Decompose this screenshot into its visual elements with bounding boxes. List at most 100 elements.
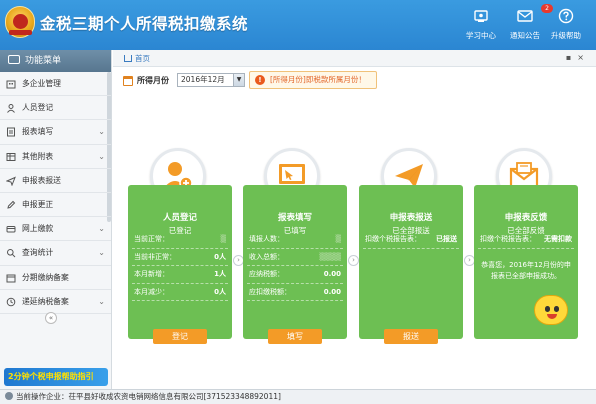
help-label: 升级帮助 bbox=[551, 31, 581, 40]
calendar-icon bbox=[123, 76, 133, 86]
sidebar-item-deferred-filing[interactable]: 递延纳税备案 ⌄ bbox=[0, 290, 111, 314]
card-row: 本月减少： 0人 bbox=[132, 284, 228, 301]
row-value: 0.00 bbox=[323, 287, 341, 296]
chevron-down-icon: ⌄ bbox=[98, 296, 105, 306]
period-notice-text: [所得月份]即税款所属月份！ bbox=[270, 75, 366, 84]
row-key: 应扣缴税额： bbox=[249, 287, 291, 296]
row-key: 当前正常： bbox=[134, 235, 169, 243]
card-row: 应扣缴税额： 0.00 bbox=[247, 284, 343, 301]
sidebar-title: 功能菜单 bbox=[25, 56, 62, 66]
row-key: 收入总额： bbox=[249, 252, 284, 261]
sidebar-item-online-payment[interactable]: 网上缴款 ⌄ bbox=[0, 217, 111, 242]
help-icon bbox=[558, 8, 574, 24]
chevron-down-icon: ⌄ bbox=[98, 248, 105, 258]
sidebar-item-other-schedules[interactable]: 其他附表 ⌄ bbox=[0, 145, 111, 169]
main-content: 首页 ▪× 所得月份 2016年12月 ▼ ! [所得月份]即税款所属月份！ 人… bbox=[113, 50, 596, 390]
sidebar: 功能菜单 多企业管理 人员登记 报表填写 ⌄ 其他附表 ⌄ 申报表报送 申报更正… bbox=[0, 50, 112, 390]
clock-icon bbox=[6, 297, 16, 306]
tab-home-label: 首页 bbox=[135, 54, 150, 63]
row-value: 0.00 bbox=[323, 270, 341, 278]
mail-icon: 2 bbox=[517, 4, 553, 24]
card-title: 申报表反馈 bbox=[504, 213, 548, 223]
sidebar-item-label: 递延纳税备案 bbox=[22, 296, 69, 306]
help-button[interactable]: 升级帮助 bbox=[541, 8, 591, 48]
search-icon bbox=[7, 249, 16, 258]
learning-center-label: 学习中心 bbox=[466, 31, 496, 40]
period-notice: ! [所得月份]即税款所属月份！ bbox=[249, 71, 377, 89]
sidebar-item-person-register[interactable]: 人员登记 bbox=[0, 96, 111, 121]
menu-icon bbox=[8, 55, 20, 64]
row-value-blurred: ▒ bbox=[335, 235, 341, 243]
payment-icon bbox=[6, 226, 16, 233]
card-report-fill: 报表填写 已填写 填报人数： ▒ 收入总额： ▒▒▒▒ 应纳税额： 0.00 应扣缴税… bbox=[243, 185, 347, 344]
row-value: 无需扣款 bbox=[544, 235, 572, 243]
sidebar-item-label: 人员登记 bbox=[22, 103, 54, 113]
status-bar: 当前操作企业：茌平县好收成农资电销网络信息有限公司[37152334889201… bbox=[0, 389, 596, 404]
period-select[interactable]: 2016年12月 ▼ bbox=[177, 73, 245, 87]
table-icon bbox=[6, 152, 16, 161]
row-value: 已报送 bbox=[436, 235, 457, 243]
mascot-image bbox=[534, 295, 568, 325]
row-value-blurred: ▒▒▒▒ bbox=[319, 252, 341, 261]
submit-button[interactable]: 报送 bbox=[384, 329, 438, 344]
period-value: 2016年12月 bbox=[181, 75, 225, 84]
sidebar-item-report-fill[interactable]: 报表填写 ⌄ bbox=[0, 120, 111, 145]
sidebar-item-label: 查询统计 bbox=[22, 248, 54, 258]
fill-button[interactable]: 填写 bbox=[268, 329, 322, 344]
sidebar-item-multi-company[interactable]: 多企业管理 bbox=[0, 72, 111, 97]
graduation-icon bbox=[473, 8, 489, 24]
row-value: 0人 bbox=[214, 252, 226, 261]
sidebar-item-report-correct[interactable]: 申报更正 bbox=[0, 193, 111, 218]
chevron-right-icon: › bbox=[348, 255, 359, 266]
sidebar-item-label: 网上缴款 bbox=[22, 224, 54, 234]
card-row: 本月新增： 1人 bbox=[132, 266, 228, 284]
sidebar-collapse-button[interactable]: « bbox=[45, 312, 57, 324]
tax-emblem-logo bbox=[5, 6, 35, 38]
tab-controls: ▪× bbox=[566, 53, 590, 62]
edit-icon bbox=[7, 200, 16, 209]
tab-home[interactable]: 首页 bbox=[119, 52, 155, 65]
card-row: 收入总额： ▒▒▒▒ bbox=[247, 249, 343, 266]
sidebar-item-label: 分期缴纳备案 bbox=[22, 272, 69, 282]
row-value-blurred: ▒ bbox=[220, 235, 226, 243]
register-button[interactable]: 登记 bbox=[153, 329, 207, 344]
card-row: 扣缴个税报告表： 无需扣款 bbox=[478, 231, 574, 249]
learning-center-button[interactable]: 学习中心 bbox=[456, 8, 506, 48]
card-report-feedback: 申报表反馈 已全部反馈 扣缴个税报告表： 无需扣款 恭喜您，2016年12月份的申… bbox=[474, 185, 578, 339]
row-key: 扣缴个税报告表： bbox=[365, 235, 421, 243]
form-icon bbox=[7, 127, 15, 137]
tab-restore-icon[interactable]: ▪ bbox=[566, 53, 577, 62]
card-title: 报表填写 bbox=[277, 213, 312, 223]
row-key: 本月减少： bbox=[134, 287, 169, 296]
card-row: 扣缴个税报告表： 已报送 bbox=[363, 231, 459, 249]
sidebar-item-query-stats[interactable]: 查询统计 ⌄ bbox=[0, 241, 111, 266]
dropdown-arrow-icon[interactable]: ▼ bbox=[233, 74, 244, 86]
chevron-down-icon: ⌄ bbox=[98, 151, 105, 161]
chevron-down-icon: ⌄ bbox=[98, 224, 105, 234]
card-row: 填报人数： ▒ bbox=[247, 231, 343, 249]
sidebar-item-label: 多企业管理 bbox=[22, 79, 61, 88]
row-key: 填报人数： bbox=[249, 235, 284, 243]
sidebar-header: 功能菜单 bbox=[0, 50, 111, 72]
card-row: 应纳税额： 0.00 bbox=[247, 266, 343, 284]
calendar-icon bbox=[6, 274, 16, 282]
tab-close-icon[interactable]: × bbox=[577, 53, 590, 62]
sidebar-item-label: 其他附表 bbox=[22, 151, 54, 161]
sidebar-item-report-submit[interactable]: 申报表报送 bbox=[0, 169, 111, 193]
row-key: 应纳税额： bbox=[249, 270, 284, 278]
card-row: 当前非正常： 0人 bbox=[132, 249, 228, 266]
row-key: 本月新增： bbox=[134, 270, 169, 278]
building-icon bbox=[6, 80, 16, 89]
row-value: 0人 bbox=[214, 287, 226, 296]
promo-banner[interactable]: 2分钟个税申报帮助指引 bbox=[4, 368, 108, 386]
person-icon bbox=[7, 104, 15, 114]
period-label: 所得月份 bbox=[137, 76, 169, 85]
row-key: 当前非正常： bbox=[134, 252, 176, 261]
title-bar: 金税三期个人所得税扣缴系统 学习中心 2 通知公告 升级帮助 bbox=[0, 0, 596, 50]
sidebar-item-installment-filing[interactable]: 分期缴纳备案 bbox=[0, 266, 111, 290]
card-person-register: 人员登记 已登记 当前正常： ▒ 当前非正常： 0人 本月新增： 1人 本月减少： 0人… bbox=[128, 185, 232, 344]
current-company: 茌平县好收成农资电销网络信息有限公司[371523348892011] bbox=[68, 392, 281, 401]
footer-prefix: 当前操作企业： bbox=[16, 392, 69, 401]
row-value: 1人 bbox=[214, 270, 226, 278]
sidebar-item-label: 申报更正 bbox=[22, 199, 54, 209]
